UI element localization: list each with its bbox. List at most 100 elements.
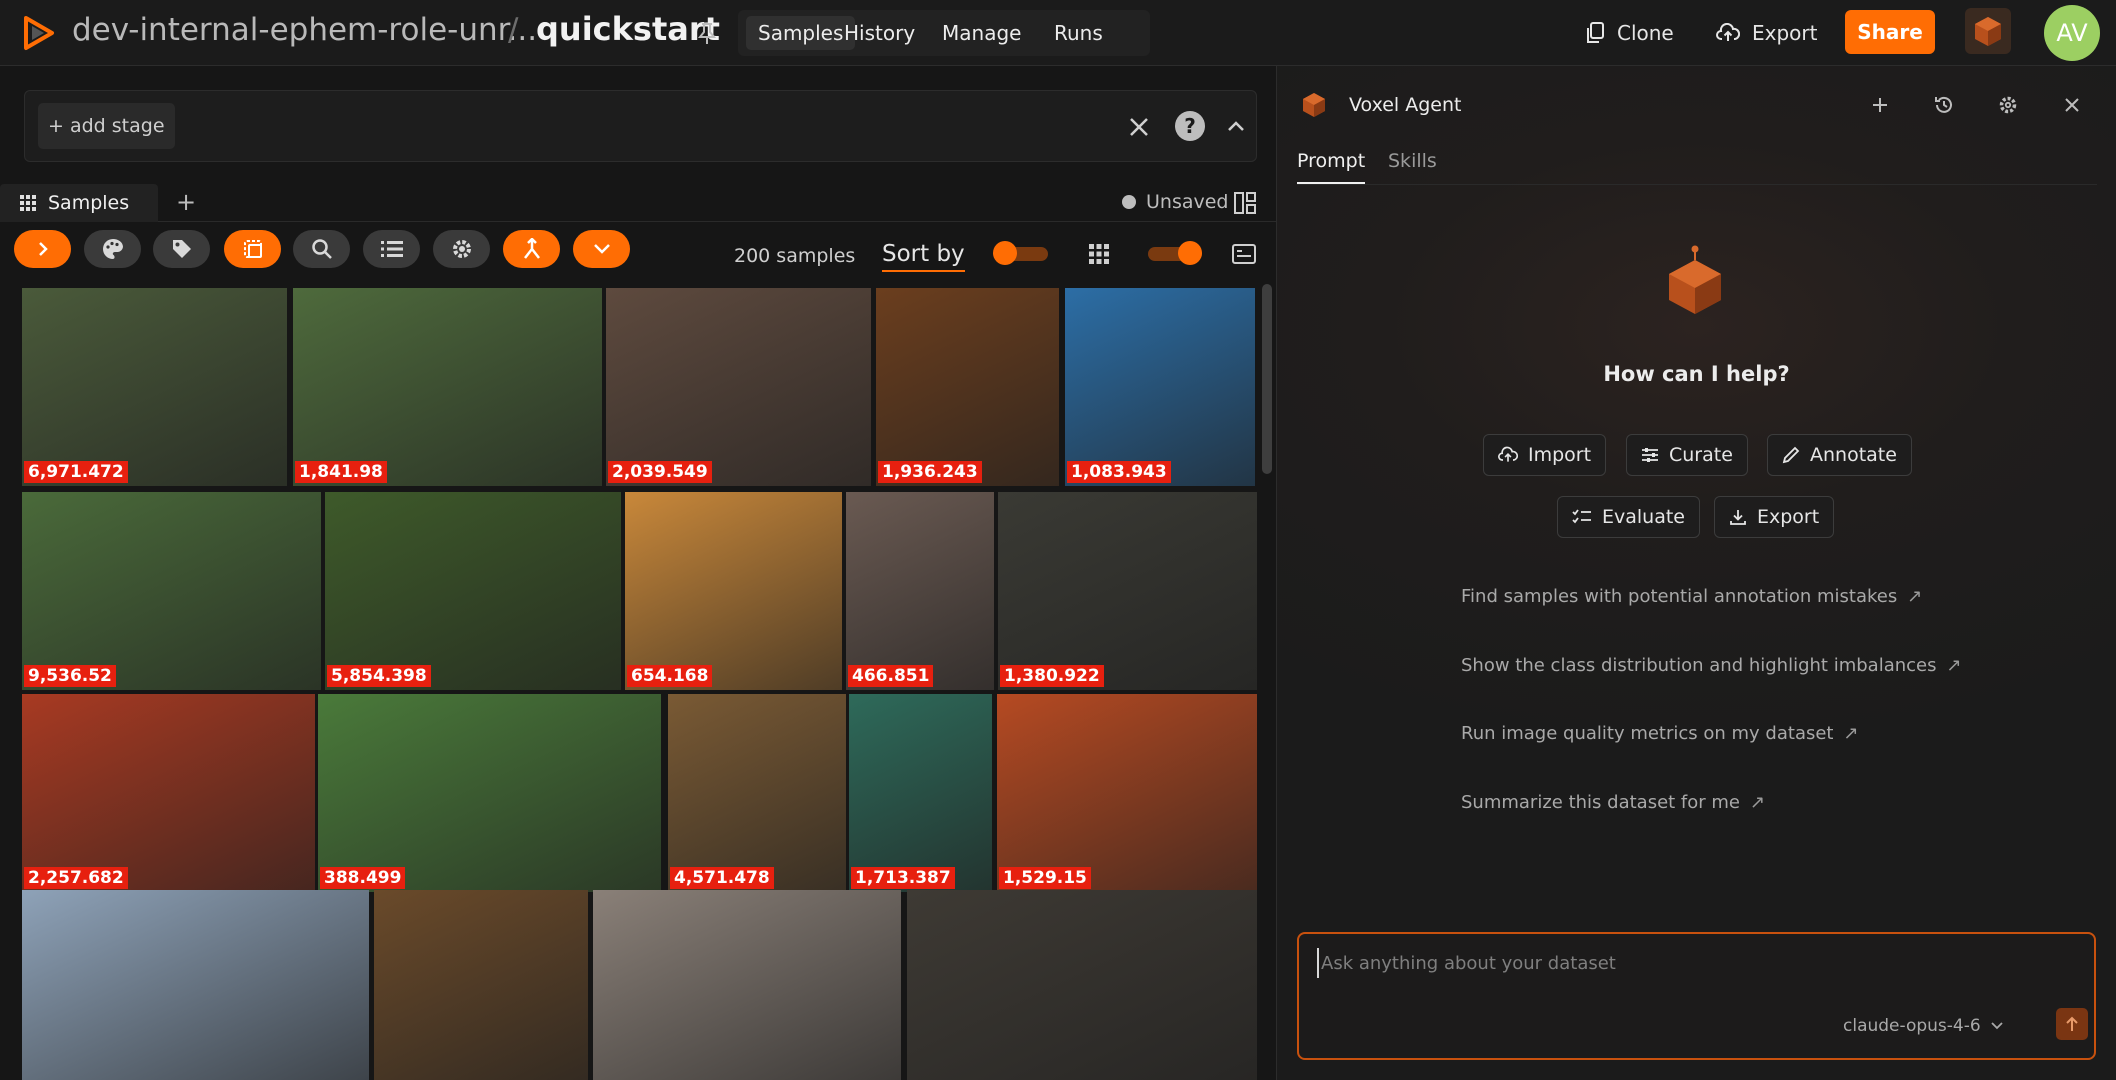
plus-icon[interactable] xyxy=(1869,94,1891,116)
sample-tile[interactable]: 654.168 xyxy=(625,492,842,690)
history-icon[interactable] xyxy=(1933,94,1955,116)
dropdown-button[interactable] xyxy=(573,230,630,268)
annotate-button[interactable]: Annotate xyxy=(1767,434,1912,476)
evaluate-button[interactable]: Evaluate xyxy=(1557,496,1700,538)
nav-tab-runs[interactable]: Runs xyxy=(1042,16,1115,50)
sample-image xyxy=(907,890,1257,1080)
sample-tile[interactable] xyxy=(593,890,901,1080)
settings-button[interactable] xyxy=(433,230,490,268)
share-button[interactable]: Share xyxy=(1845,10,1935,54)
sample-tile[interactable]: 1,380.922 xyxy=(998,492,1257,690)
send-button[interactable] xyxy=(2056,1008,2088,1040)
tab-prompt[interactable]: Prompt xyxy=(1297,150,1366,184)
sample-tile[interactable]: 1,083.943 xyxy=(1065,288,1255,486)
import-label: Import xyxy=(1528,444,1592,466)
sample-tile[interactable]: 4,571.478 xyxy=(668,694,846,892)
add-stage-button[interactable]: + add stage xyxy=(38,103,175,149)
arrow-up-right-icon: ↗ xyxy=(1843,723,1859,744)
org-switcher[interactable] xyxy=(1965,8,2011,54)
gear-icon[interactable] xyxy=(1997,94,2019,116)
sample-tile[interactable]: 388.499 xyxy=(318,694,661,892)
pin-icon[interactable] xyxy=(697,22,717,46)
merge-button[interactable] xyxy=(503,230,560,268)
toggle-sidebar-button[interactable] xyxy=(14,230,71,268)
sample-tile[interactable] xyxy=(907,890,1257,1080)
color-scheme-button[interactable] xyxy=(84,230,141,268)
sort-by-button[interactable]: Sort by xyxy=(882,241,965,272)
suggestion-summarize[interactable]: Summarize this dataset for me ↗ xyxy=(1461,792,1765,813)
suggestion-label: Summarize this dataset for me xyxy=(1461,792,1740,813)
voxel-agent-panel: Voxel Agent Prompt Skills How can I help… xyxy=(1277,66,2116,1080)
tag-button[interactable] xyxy=(153,230,210,268)
sample-tile[interactable] xyxy=(22,890,369,1080)
nav-tab-history[interactable]: History xyxy=(832,16,927,50)
cube-icon xyxy=(1303,93,1325,117)
tab-skills[interactable]: Skills xyxy=(1388,150,1437,182)
sample-tile[interactable] xyxy=(374,890,588,1080)
help-button[interactable]: ? xyxy=(1175,111,1205,141)
tab-samples-label: Samples xyxy=(48,192,130,214)
chevron-down-icon xyxy=(593,244,610,254)
close-icon[interactable] xyxy=(2061,94,2083,116)
layout-icon[interactable] xyxy=(1234,192,1256,214)
panel-tabs: Samples + Unsaved xyxy=(0,184,1276,222)
search-button[interactable] xyxy=(293,230,350,268)
user-avatar[interactable]: AV xyxy=(2044,5,2100,61)
sample-tile[interactable]: 5,854.398 xyxy=(325,492,621,690)
close-icon[interactable] xyxy=(1125,113,1153,141)
evaluate-label: Evaluate xyxy=(1602,506,1685,528)
sample-tile[interactable]: 2,039.549 xyxy=(606,288,871,486)
selection-button[interactable] xyxy=(224,230,281,268)
grid-scrollbar[interactable] xyxy=(1262,284,1272,474)
sample-image xyxy=(593,890,901,1080)
chevron-up-icon[interactable] xyxy=(1224,114,1248,138)
dataset-name[interactable]: dev-internal-ephem-role-unr... xyxy=(72,12,537,48)
sample-tile[interactable]: 466.851 xyxy=(846,492,994,690)
sort-order-toggle[interactable] xyxy=(993,241,1048,265)
cloud-upload-icon xyxy=(1498,446,1518,462)
tag-icon xyxy=(172,240,191,258)
sample-tile[interactable]: 2,257.682 xyxy=(22,694,315,892)
arrow-up-right-icon: ↗ xyxy=(1946,655,1962,676)
sample-tile[interactable]: 6,971.472 xyxy=(22,288,287,486)
top-bar: dev-internal-ephem-role-unr... / quickst… xyxy=(0,0,2116,66)
sample-image xyxy=(22,694,315,892)
sample-value-label: 1,936.243 xyxy=(878,461,982,483)
sample-value-label: 1,529.15 xyxy=(999,867,1091,889)
add-panel-button[interactable]: + xyxy=(176,188,196,216)
agent-title: Voxel Agent xyxy=(1349,94,1462,116)
nav-tabs: Samples History Manage Runs xyxy=(738,10,1150,56)
suggestion-class-distribution[interactable]: Show the class distribution and highligh… xyxy=(1461,655,1962,676)
sample-tile[interactable]: 1,713.387 xyxy=(849,694,992,892)
pencil-icon xyxy=(1782,446,1800,464)
sample-tile[interactable]: 1,936.243 xyxy=(876,288,1059,486)
suggestion-annotation-mistakes[interactable]: Find samples with potential annotation m… xyxy=(1461,586,1922,607)
export-action-label: Export xyxy=(1757,506,1820,528)
grid-icon[interactable] xyxy=(1089,244,1109,264)
sample-image xyxy=(325,492,621,690)
download-icon xyxy=(1730,510,1746,525)
sample-count: 200 samples xyxy=(734,245,856,267)
grid-zoom-slider[interactable] xyxy=(1148,241,1202,265)
suggestion-quality-metrics[interactable]: Run image quality metrics on my dataset ↗ xyxy=(1461,723,1859,744)
prompt-input[interactable] xyxy=(1317,948,2037,978)
tab-samples[interactable]: Samples xyxy=(0,184,158,222)
sample-grid: 6,971.472 1,841.98 2,039.549 1,936.243 1,083… xyxy=(0,284,1262,1080)
curate-button[interactable]: Curate xyxy=(1626,434,1748,476)
export-action-button[interactable]: Export xyxy=(1714,496,1835,538)
fullscreen-icon[interactable] xyxy=(1232,244,1256,264)
sample-image xyxy=(876,288,1059,486)
view-name[interactable]: quickstart xyxy=(536,10,720,48)
breadcrumb-separator: / xyxy=(508,12,519,48)
sample-tile[interactable]: 9,536.52 xyxy=(22,492,321,690)
clone-button[interactable]: Clone xyxy=(1585,14,1674,52)
search-icon xyxy=(311,239,332,259)
export-button[interactable]: Export xyxy=(1716,14,1817,52)
fiftyone-logo-icon[interactable] xyxy=(20,14,58,52)
model-select[interactable]: claude-opus-4-6 xyxy=(1843,1016,2003,1036)
nav-tab-manage[interactable]: Manage xyxy=(930,16,1033,50)
import-button[interactable]: Import xyxy=(1483,434,1607,476)
sample-tile[interactable]: 1,841.98 xyxy=(293,288,602,486)
list-button[interactable] xyxy=(363,230,420,268)
sample-tile[interactable]: 1,529.15 xyxy=(997,694,1257,892)
